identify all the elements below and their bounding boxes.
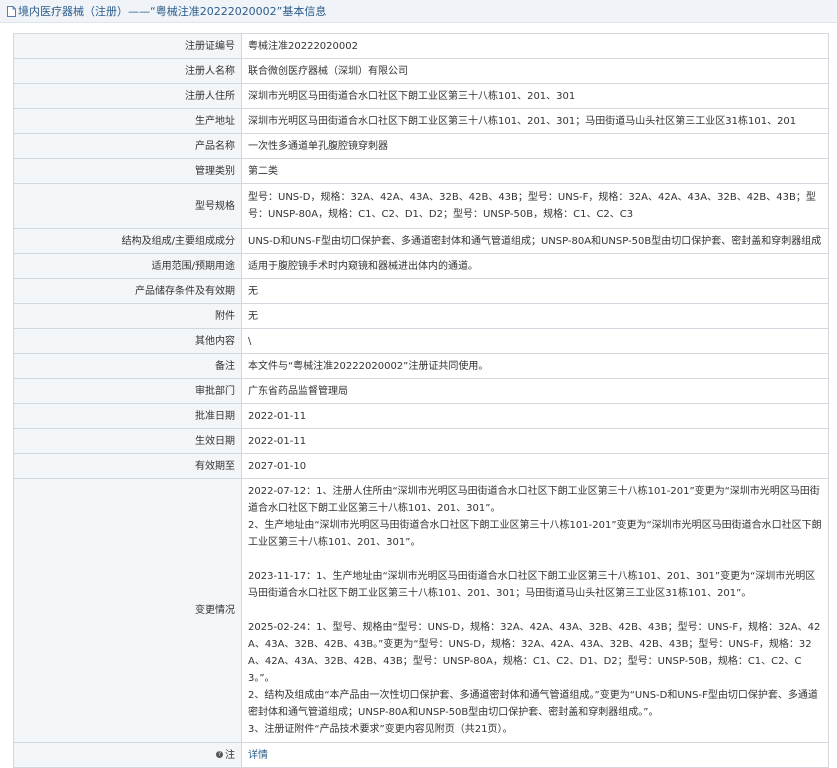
change-history-row: 变更情况 2022-07-12：1、注册人住所由“深圳市光明区马田街道合水口社区… (13, 478, 829, 743)
table-row: 结构及组成/主要组成成分 UNS-D和UNS-F型由切口保护套、多通道密封体和通… (13, 228, 829, 254)
table-row: 生产地址 深圳市光明区马田街道合水口社区下朗工业区第三十八栋101、201、30… (13, 108, 829, 134)
row-value: 深圳市光明区马田街道合水口社区下朗工业区第三十八栋101、201、301 (241, 83, 829, 109)
row-value: 2022-01-11 (241, 403, 829, 429)
row-label: 变更情况 (13, 478, 242, 743)
document-icon (7, 5, 16, 17)
table-row: 产品储存条件及有效期 无 (13, 278, 829, 304)
change-entry: 2022-07-12：1、注册人住所由“深圳市光明区马田街道合水口社区下朗工业区… (248, 486, 820, 514)
registration-info-table: 注册证编号 粤械注准20222020002 注册人名称 联合微创医疗器械（深圳）… (13, 33, 829, 768)
table-row: 注册证编号 粤械注准20222020002 (13, 33, 829, 59)
row-label: 结构及组成/主要组成成分 (13, 228, 242, 254)
row-value: \ (241, 328, 829, 354)
row-label: 生产地址 (13, 108, 242, 134)
row-value: 2027-01-10 (241, 453, 829, 479)
detail-link[interactable]: 详情 (248, 750, 268, 761)
row-value: 深圳市光明区马田街道合水口社区下朗工业区第三十八栋101、201、301；马田街… (241, 108, 829, 134)
row-label: 批准日期 (13, 403, 242, 429)
row-value: 型号：UNS-D，规格：32A、42A、43A、32B、42B、43B；型号：U… (241, 183, 829, 229)
row-value: 适用于腹腔镜手术时内窥镜和器械进出体内的通道。 (241, 253, 829, 279)
row-value: 2022-01-11 (241, 428, 829, 454)
row-label: 管理类别 (13, 158, 242, 184)
row-label: 注册人名称 (13, 58, 242, 84)
page-title: 境内医疗器械（注册）——“粤械注准20222020002”基本信息 (18, 5, 327, 18)
change-history: 2022-07-12：1、注册人住所由“深圳市光明区马田街道合水口社区下朗工业区… (241, 478, 829, 743)
table-row: 适用范围/预期用途 适用于腹腔镜手术时内窥镜和器械进出体内的通道。 (13, 253, 829, 279)
row-label: 备注 (13, 353, 242, 379)
table-row: 有效期至 2027-01-10 (13, 453, 829, 479)
row-label: 注册证编号 (13, 33, 242, 59)
change-entry: 3、注册证附件“产品技术要求”变更内容见附页（共21页）。 (248, 724, 513, 735)
table-row: 注册人住所 深圳市光明区马田街道合水口社区下朗工业区第三十八栋101、201、3… (13, 83, 829, 109)
row-label: 产品储存条件及有效期 (13, 278, 242, 304)
row-label: 其他内容 (13, 328, 242, 354)
table-row: 生效日期 2022-01-11 (13, 428, 829, 454)
row-label: 型号规格 (13, 183, 242, 229)
row-value: UNS-D和UNS-F型由切口保护套、多通道密封体和通气管道组成；UNSP-80… (241, 228, 829, 254)
table-row: 审批部门 广东省药品监督管理局 (13, 378, 829, 404)
row-value: 无 (241, 278, 829, 304)
row-value: 广东省药品监督管理局 (241, 378, 829, 404)
change-entry: 2、结构及组成由“本产品由一次性切口保护套、多通道密封体和通气管道组成。”变更为… (248, 690, 818, 718)
row-value: 粤械注准20222020002 (241, 33, 829, 59)
row-value: 联合微创医疗器械（深圳）有限公司 (241, 58, 829, 84)
table-row: 管理类别 第二类 (13, 158, 829, 184)
row-label: 审批部门 (13, 378, 242, 404)
question-circle-icon: ? (216, 751, 223, 758)
table-row: 注册人名称 联合微创医疗器械（深圳）有限公司 (13, 58, 829, 84)
table-row: 备注 本文件与“粤械注准20222020002”注册证共同使用。 (13, 353, 829, 379)
page-header: 境内医疗器械（注册）——“粤械注准20222020002”基本信息 (0, 0, 837, 23)
table-row: 批准日期 2022-01-11 (13, 403, 829, 429)
change-entry: 2023-11-17：1、生产地址由“深圳市光明区马田街道合水口社区下朗工业区第… (248, 571, 816, 599)
row-label: 适用范围/预期用途 (13, 253, 242, 279)
note-row: ? 注 详情 (13, 742, 829, 768)
change-entry: 2025-02-24：1、型号、规格由“型号：UNS-D，规格：32A、42A、… (248, 622, 821, 684)
row-label: 生效日期 (13, 428, 242, 454)
change-entry: 2、生产地址由“深圳市光明区马田街道合水口社区下朗工业区第三十八栋101-201… (248, 520, 822, 548)
row-label: 有效期至 (13, 453, 242, 479)
table-row: 产品名称 一次性多通道单孔腹腔镜穿刺器 (13, 133, 829, 159)
row-label: 附件 (13, 303, 242, 329)
note-label: ? 注 (13, 742, 242, 768)
row-label: 产品名称 (13, 133, 242, 159)
row-value: 第二类 (241, 158, 829, 184)
row-value: 一次性多通道单孔腹腔镜穿刺器 (241, 133, 829, 159)
table-row: 型号规格 型号：UNS-D，规格：32A、42A、43A、32B、42B、43B… (13, 183, 829, 229)
table-row: 其他内容 \ (13, 328, 829, 354)
row-value: 无 (241, 303, 829, 329)
row-value: 本文件与“粤械注准20222020002”注册证共同使用。 (241, 353, 829, 379)
row-label: 注册人住所 (13, 83, 242, 109)
row-value: 详情 (241, 742, 829, 768)
table-row: 附件 无 (13, 303, 829, 329)
